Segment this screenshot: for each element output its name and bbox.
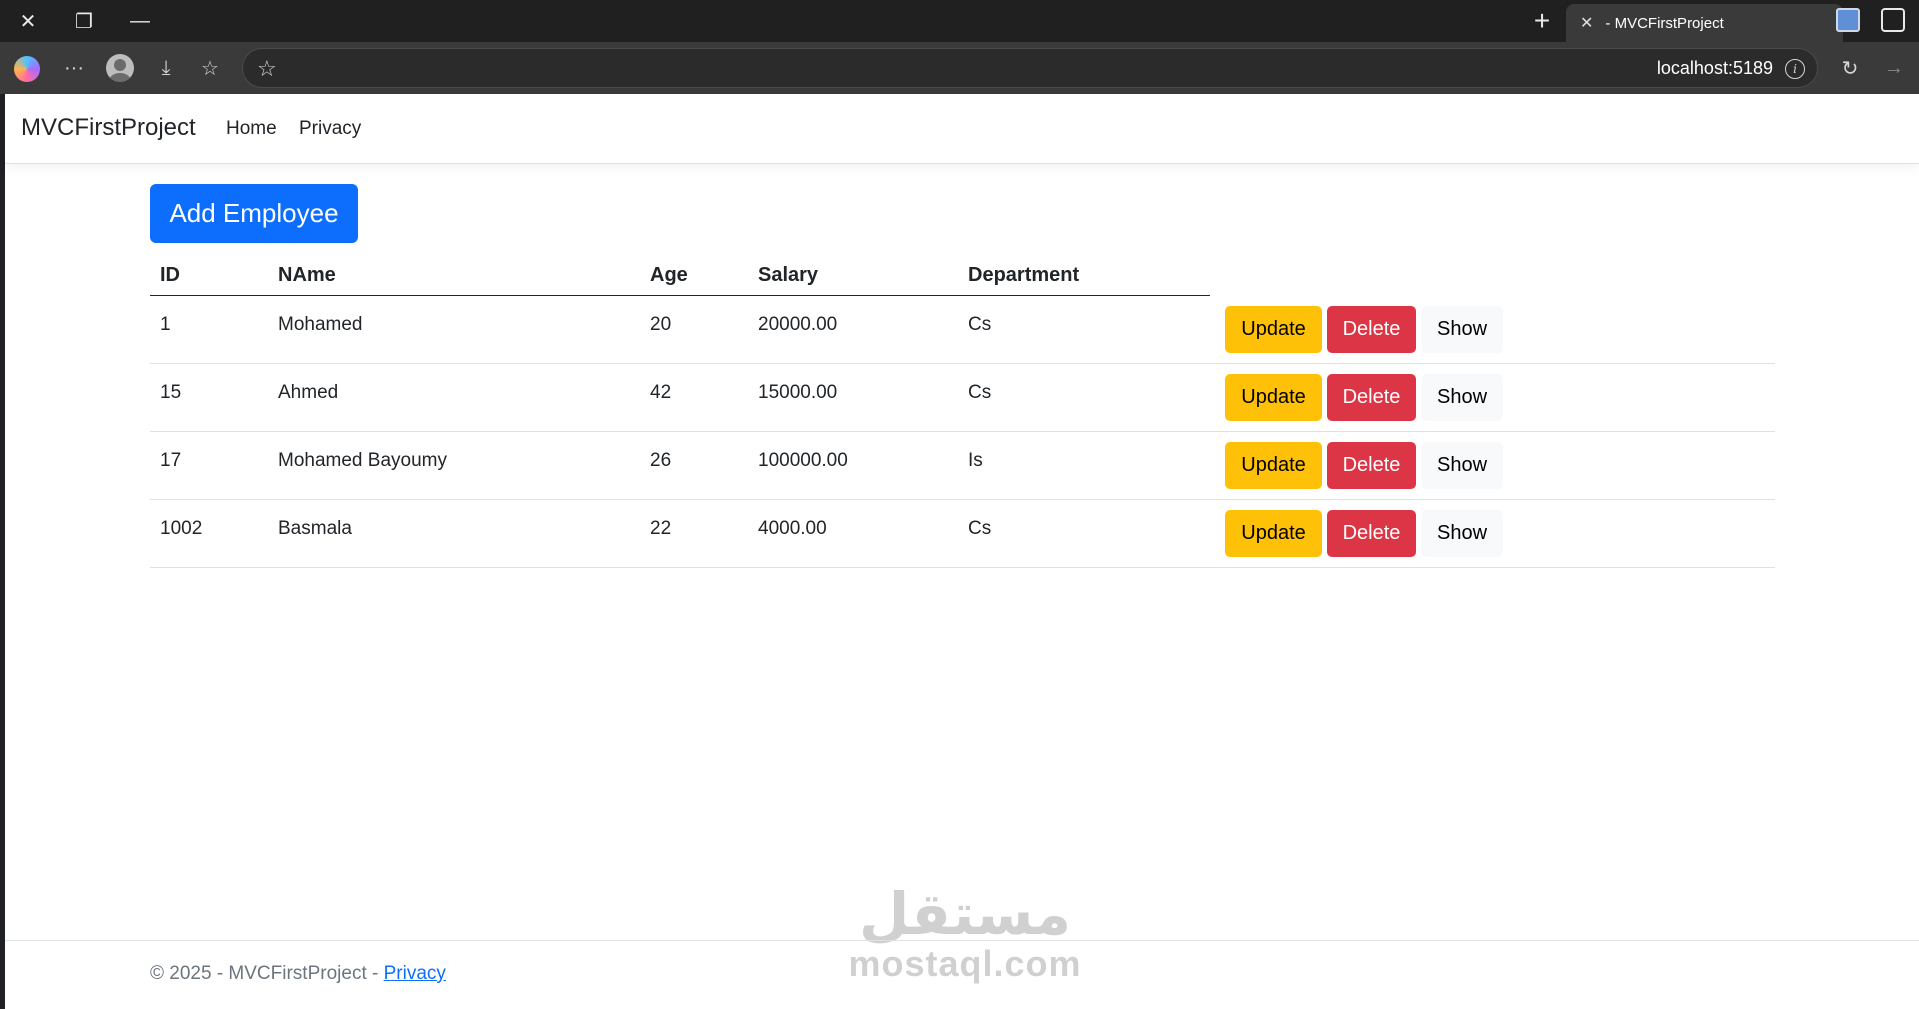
cell-name: Mohamed Bayoumy bbox=[278, 450, 447, 471]
cell-department: Is bbox=[968, 450, 983, 471]
navbar-brand[interactable]: MVCFirstProject bbox=[21, 114, 196, 142]
cell-age: 42 bbox=[650, 382, 672, 403]
cell-department: Cs bbox=[968, 314, 992, 335]
nav-link-privacy[interactable]: Privacy bbox=[299, 118, 361, 140]
profile-icon[interactable] bbox=[102, 50, 138, 86]
add-favorite-icon[interactable]: ☆ bbox=[257, 56, 277, 82]
header-salary: Salary bbox=[758, 264, 819, 286]
cell-department: Cs bbox=[968, 518, 992, 539]
site-info-icon[interactable]: i bbox=[1785, 59, 1805, 79]
header-id: ID bbox=[160, 264, 180, 286]
show-button[interactable]: Show bbox=[1421, 442, 1503, 489]
cell-age: 20 bbox=[650, 314, 672, 335]
cell-age: 26 bbox=[650, 450, 672, 471]
table-row: 17 Mohamed Bayoumy 26 100000.00 Is Updat… bbox=[150, 432, 1775, 500]
tab-close-icon[interactable]: ✕ bbox=[1580, 13, 1593, 33]
table-row: 15 Ahmed 42 15000.00 Cs Update Delete Sh… bbox=[150, 364, 1775, 432]
favorites-icon[interactable]: ☆ bbox=[192, 50, 228, 86]
cell-salary: 15000.00 bbox=[758, 382, 838, 403]
cell-salary: 4000.00 bbox=[758, 518, 827, 539]
browser-toolbar: ··· ⤓ ☆ ☆ localhost:5189 i ↻ → bbox=[0, 42, 1919, 94]
forward-icon[interactable]: → bbox=[1876, 50, 1912, 86]
table-row: 1 Mohamed 20 20000.00 Cs Update Delete S… bbox=[150, 296, 1775, 364]
cell-department: Cs bbox=[968, 382, 992, 403]
show-button[interactable]: Show bbox=[1421, 306, 1503, 353]
tab-actions-icon[interactable] bbox=[1836, 8, 1860, 32]
cell-salary: 100000.00 bbox=[758, 450, 848, 471]
nav-link-home[interactable]: Home bbox=[226, 118, 277, 140]
tab-title: - MVCFirstProject bbox=[1605, 14, 1724, 32]
table-row: 1002 Basmala 22 4000.00 Cs Update Delete… bbox=[150, 500, 1775, 568]
table-header: ID NAme Age Salary Department bbox=[150, 254, 1210, 296]
header-department: Department bbox=[968, 264, 1080, 286]
cell-name: Basmala bbox=[278, 518, 352, 539]
page-viewport: MVCFirstProject Home Privacy Add Employe… bbox=[5, 94, 1919, 1009]
header-name: NAme bbox=[278, 264, 336, 286]
cell-id: 17 bbox=[160, 450, 182, 471]
delete-button[interactable]: Delete bbox=[1327, 510, 1416, 557]
update-button[interactable]: Update bbox=[1225, 306, 1322, 353]
cell-name: Mohamed bbox=[278, 314, 363, 335]
cell-name: Ahmed bbox=[278, 382, 339, 403]
address-bar[interactable]: ☆ localhost:5189 i bbox=[242, 48, 1818, 88]
cell-id: 1002 bbox=[160, 518, 203, 539]
update-button[interactable]: Update bbox=[1225, 374, 1322, 421]
update-button[interactable]: Update bbox=[1225, 510, 1322, 557]
browser-tab[interactable]: ✕ - MVCFirstProject bbox=[1566, 4, 1843, 42]
copilot-icon[interactable] bbox=[14, 56, 40, 82]
show-button[interactable]: Show bbox=[1421, 510, 1503, 557]
delete-button[interactable]: Delete bbox=[1327, 306, 1416, 353]
delete-button[interactable]: Delete bbox=[1327, 442, 1416, 489]
delete-button[interactable]: Delete bbox=[1327, 374, 1416, 421]
footer-text: © 2025 - MVCFirstProject - Privacy bbox=[150, 963, 446, 985]
cell-id: 1 bbox=[160, 314, 171, 335]
window-close-icon[interactable]: ✕ bbox=[0, 0, 56, 42]
browser-titlebar: ✕ ❐ — + ✕ - MVCFirstProject bbox=[0, 0, 1919, 42]
update-button[interactable]: Update bbox=[1225, 442, 1322, 489]
more-options-icon[interactable]: ··· bbox=[56, 50, 92, 86]
add-employee-button[interactable]: Add Employee bbox=[150, 184, 358, 243]
footer-copyright: © 2025 - MVCFirstProject - bbox=[150, 963, 384, 984]
site-footer: © 2025 - MVCFirstProject - Privacy bbox=[5, 940, 1919, 1009]
refresh-icon[interactable]: ↻ bbox=[1832, 50, 1868, 86]
cell-age: 22 bbox=[650, 518, 672, 539]
cell-salary: 20000.00 bbox=[758, 314, 838, 335]
window-minimize-icon[interactable]: — bbox=[112, 0, 168, 42]
header-age: Age bbox=[650, 264, 688, 286]
cell-id: 15 bbox=[160, 382, 182, 403]
new-tab-icon[interactable]: + bbox=[1514, 0, 1570, 42]
watermark-arabic: مستقل bbox=[858, 882, 1072, 947]
show-button[interactable]: Show bbox=[1421, 374, 1503, 421]
window-restore-icon[interactable]: ❐ bbox=[56, 0, 112, 42]
workspaces-icon[interactable] bbox=[1881, 8, 1905, 32]
downloads-icon[interactable]: ⤓ bbox=[148, 50, 184, 86]
site-navbar: MVCFirstProject Home Privacy bbox=[5, 94, 1919, 164]
url-text: localhost:5189 bbox=[1656, 58, 1773, 78]
footer-privacy-link[interactable]: Privacy bbox=[384, 963, 446, 984]
